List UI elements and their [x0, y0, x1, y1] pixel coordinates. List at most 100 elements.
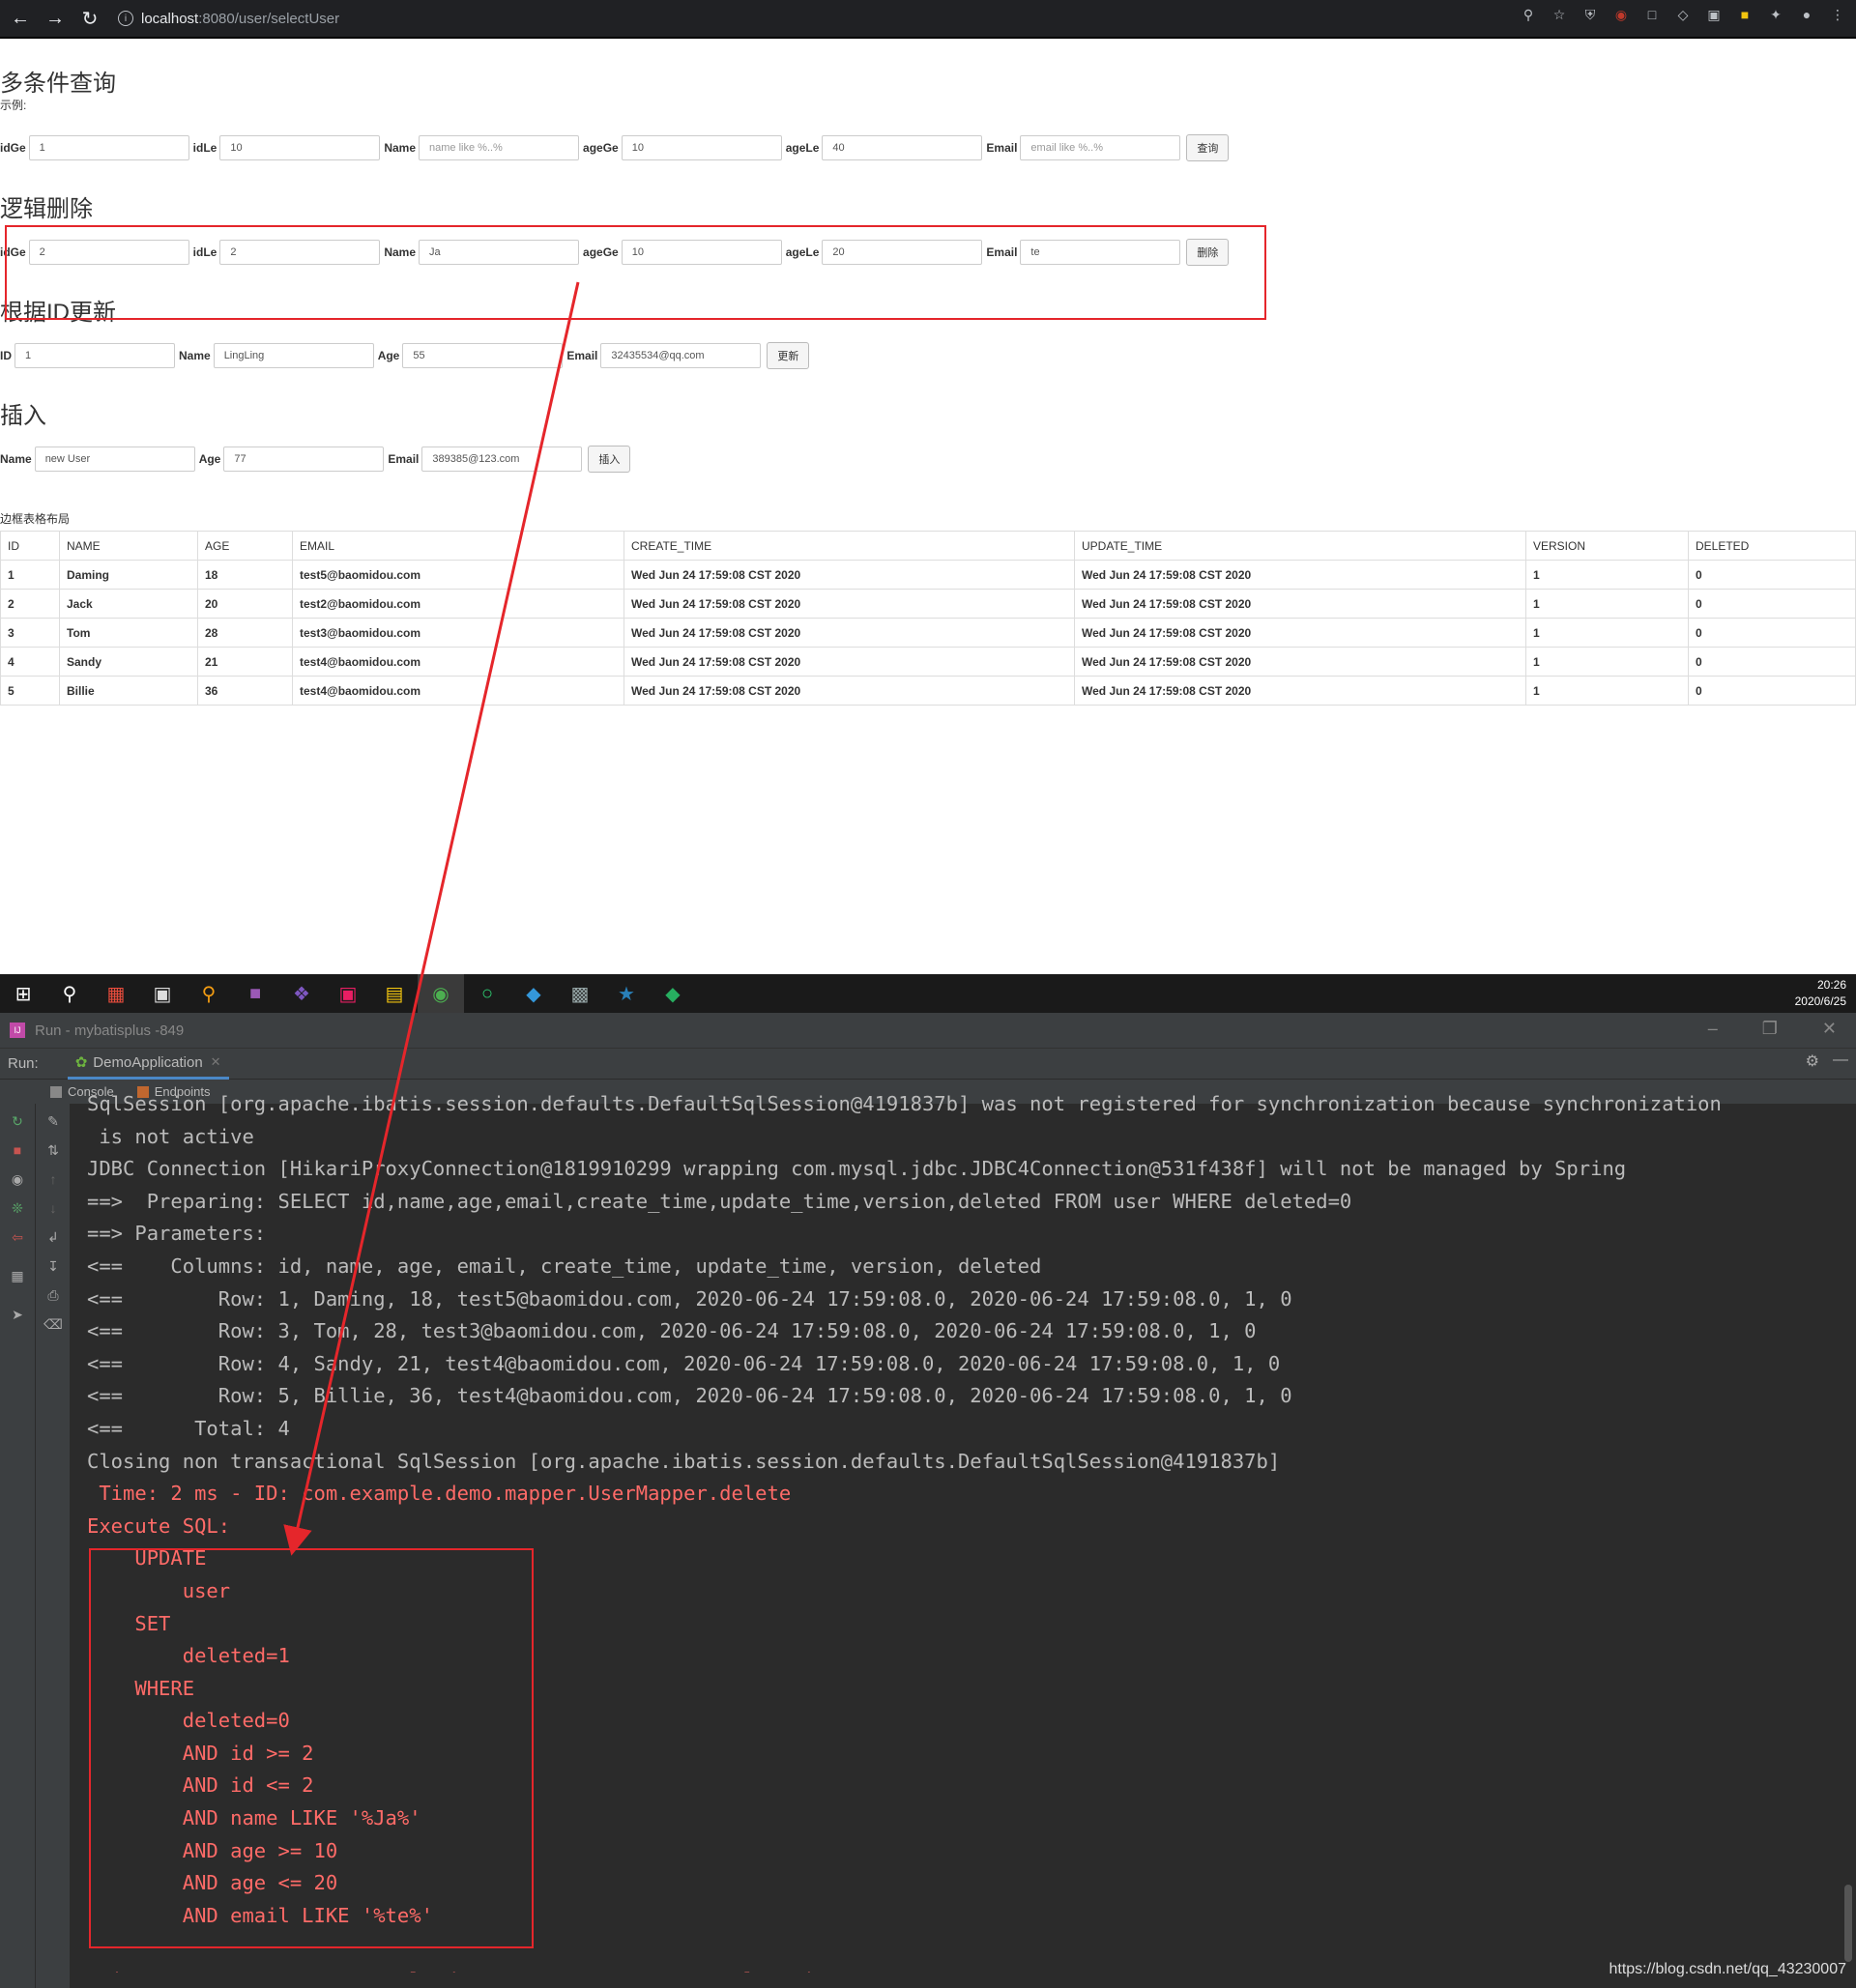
- stop-icon[interactable]: ■: [8, 1140, 27, 1160]
- column-header: DELETED: [1688, 531, 1856, 561]
- query-email-input[interactable]: email like %..%: [1020, 135, 1181, 160]
- zoom-icon[interactable]: ⚲: [1520, 6, 1537, 23]
- query-idle-input[interactable]: 10: [219, 135, 381, 160]
- insert-section-title: 插入: [0, 403, 46, 429]
- soft-wrap-icon[interactable]: ↲: [44, 1227, 63, 1247]
- visual-studio-icon[interactable]: ❖: [278, 974, 325, 1013]
- query-name-input[interactable]: name like %..%: [419, 135, 580, 160]
- query-agege-input[interactable]: 10: [621, 135, 782, 160]
- column-header: UPDATE_TIME: [1074, 531, 1526, 561]
- shield-extension-icon[interactable]: ⛨: [1581, 6, 1599, 23]
- taskbar-clock[interactable]: 20:26 2020/6/25: [1795, 977, 1846, 1010]
- layout-icon[interactable]: ▦: [8, 1266, 27, 1285]
- table-header-row: ID NAME AGE EMAIL CREATE_TIME UPDATE_TIM…: [0, 531, 1856, 561]
- query-email-label: Email: [986, 141, 1018, 155]
- query-form: idGe 1 idLe 10 Name name like %..% ageGe…: [0, 134, 1230, 161]
- edit-icon[interactable]: ✎: [44, 1111, 63, 1131]
- query-idge-input[interactable]: 1: [28, 135, 189, 160]
- query-idle-label: idLe: [192, 141, 218, 155]
- console-scrollbar[interactable]: [1844, 1885, 1852, 1962]
- users-table: ID NAME AGE EMAIL CREATE_TIME UPDATE_TIM…: [0, 531, 1856, 706]
- puzzle-extensions-icon[interactable]: ✦: [1767, 6, 1784, 23]
- pin-icon[interactable]: ➤: [8, 1305, 27, 1324]
- window-extension-icon[interactable]: ▣: [1705, 6, 1723, 23]
- windows-start-icon[interactable]: ⊞: [0, 974, 46, 1013]
- console-line: is not active: [87, 1124, 254, 1148]
- update-id-input[interactable]: 1: [14, 343, 175, 368]
- insert-age-input[interactable]: 77: [223, 447, 385, 472]
- onenote-icon[interactable]: ■: [232, 974, 278, 1013]
- table-cell: test5@baomidou.com: [292, 560, 624, 590]
- console-line: JDBC Connection [HikariProxyConnection@1…: [87, 1157, 1627, 1181]
- print-icon[interactable]: ⎙: [44, 1285, 63, 1305]
- query-section-title: 多条件查询: [0, 71, 116, 97]
- chrome-icon[interactable]: ◉: [418, 974, 464, 1013]
- table-cell: 4: [0, 647, 60, 677]
- update-email-input[interactable]: 32435534@qq.com: [600, 343, 762, 368]
- exit-icon[interactable]: ⇦: [8, 1227, 27, 1247]
- query-button[interactable]: 查询: [1186, 134, 1230, 161]
- query-agele-label: ageLe: [785, 141, 820, 155]
- diamond-extension-icon[interactable]: ◇: [1674, 6, 1692, 23]
- gear-icon[interactable]: ⚙: [1806, 1052, 1819, 1071]
- up-arrow-icon[interactable]: ↑: [44, 1169, 63, 1189]
- menu-kebab-icon[interactable]: ⋮: [1829, 6, 1846, 23]
- camera-icon[interactable]: ◉: [8, 1169, 27, 1189]
- reload-icon[interactable]: ↻: [75, 4, 104, 33]
- column-header: NAME: [59, 531, 198, 561]
- update-button[interactable]: 更新: [767, 342, 810, 369]
- address-bar[interactable]: i localhost:8080/user/selectUser: [118, 4, 1529, 33]
- update-id-label: ID: [0, 349, 12, 362]
- back-arrow-icon[interactable]: ←: [6, 4, 35, 33]
- sort-icon[interactable]: ⇅: [44, 1140, 63, 1160]
- rerun-icon[interactable]: ↻: [8, 1111, 27, 1131]
- close-icon[interactable]: ✕: [1822, 1019, 1837, 1039]
- update-name-input[interactable]: LingLing: [213, 343, 374, 368]
- scroll-to-end-icon[interactable]: ↧: [44, 1256, 63, 1276]
- forward-arrow-icon[interactable]: →: [41, 4, 70, 33]
- trash-icon[interactable]: ⌫: [44, 1314, 63, 1334]
- restore-icon[interactable]: ❐: [1762, 1019, 1778, 1039]
- hide-icon[interactable]: —: [1833, 1052, 1848, 1071]
- run-tab-demoapplication[interactable]: ✿ DemoApplication ✕: [67, 1049, 229, 1080]
- table-row: 2 Jack 20 test2@baomidou.com Wed Jun 24 17:5…: [0, 589, 1856, 619]
- web-page: 多条件查询 示例: idGe 1 idLe 10 Name name like …: [0, 39, 1856, 974]
- git-icon[interactable]: ◆: [650, 974, 696, 1013]
- colorful-extension-icon[interactable]: ■: [1736, 6, 1754, 23]
- table-cell: 20: [197, 589, 293, 619]
- run-toolbar: Run: ✿ DemoApplication ✕: [0, 1048, 1856, 1080]
- search-tool-icon[interactable]: ⚲: [186, 974, 232, 1013]
- ublock-extension-icon[interactable]: ◉: [1612, 6, 1630, 23]
- table-cell: 0: [1688, 676, 1856, 706]
- info-icon[interactable]: i: [118, 11, 133, 26]
- debug-icon[interactable]: ❊: [8, 1198, 27, 1218]
- file-explorer-icon[interactable]: ▤: [371, 974, 418, 1013]
- insert-email-input[interactable]: 389385@123.com: [421, 447, 583, 472]
- run-tab-label: DemoApplication: [93, 1053, 203, 1071]
- search-icon[interactable]: ⚲: [46, 974, 93, 1013]
- app-red-icon[interactable]: ▦: [93, 974, 139, 1013]
- table-cell: test3@baomidou.com: [292, 618, 624, 648]
- terminal-icon[interactable]: ▣: [139, 974, 186, 1013]
- console-line: ==> Preparing: SELECT id,name,age,email,…: [87, 1189, 1352, 1213]
- bookmark-star-icon[interactable]: ☆: [1551, 6, 1568, 23]
- down-arrow-icon[interactable]: ↓: [44, 1198, 63, 1218]
- table-cell: 1: [0, 560, 60, 590]
- window-app-icon[interactable]: ▩: [557, 974, 603, 1013]
- table-cell: 0: [1688, 560, 1856, 590]
- sql-highlight-box: [89, 1548, 534, 1948]
- insert-name-input[interactable]: new User: [34, 447, 195, 472]
- update-age-input[interactable]: 55: [402, 343, 564, 368]
- intellij-icon[interactable]: ▣: [325, 974, 371, 1013]
- tab-close-icon[interactable]: ✕: [211, 1054, 221, 1070]
- insert-button[interactable]: 插入: [588, 446, 631, 473]
- profile-avatar-icon[interactable]: ●: [1798, 6, 1815, 23]
- bookmark-extension-icon[interactable]: □: [1643, 6, 1661, 23]
- star-app-icon[interactable]: ★: [603, 974, 650, 1013]
- vscode-icon[interactable]: ◆: [510, 974, 557, 1013]
- wechat-icon[interactable]: ○: [464, 974, 510, 1013]
- minimize-icon[interactable]: –: [1708, 1019, 1718, 1039]
- windows-taskbar: ⊞ ⚲ ▦ ▣ ⚲ ■ ❖ ▣ ▤ ◉ ○ ◆ ▩ ★ ◆ 20:26 2020…: [0, 974, 1856, 1013]
- update-email-label: Email: [566, 349, 598, 362]
- query-agele-input[interactable]: 40: [822, 135, 983, 160]
